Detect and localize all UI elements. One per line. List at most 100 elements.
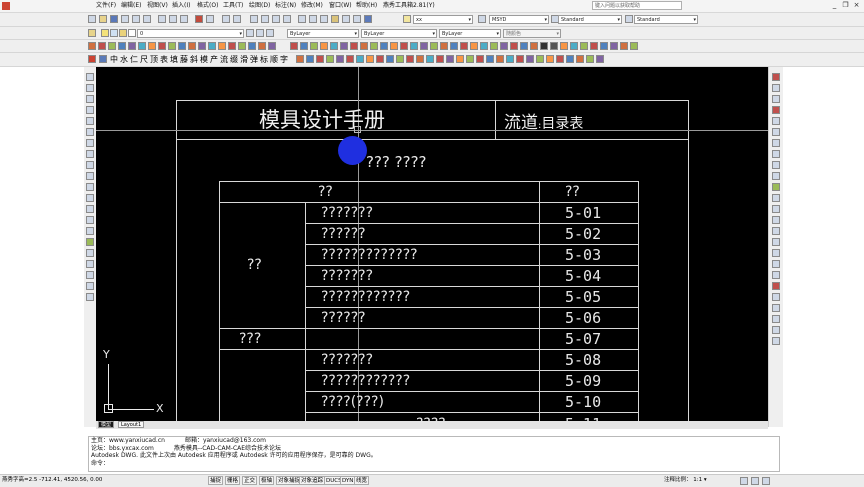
tool-icon[interactable] <box>406 55 414 63</box>
tool-icon[interactable] <box>316 55 324 63</box>
menu-tools[interactable]: 工具(T) <box>223 0 243 12</box>
tool-icon[interactable] <box>336 55 344 63</box>
design-center-icon[interactable] <box>309 15 317 23</box>
tool-icon[interactable] <box>600 42 608 50</box>
tool-icon[interactable] <box>86 293 94 301</box>
tool-icon[interactable] <box>430 42 438 50</box>
tool-icon[interactable] <box>168 42 176 50</box>
region-icon[interactable] <box>86 249 94 257</box>
trim-icon[interactable] <box>772 172 780 180</box>
yanxiu-char-button[interactable]: 表 <box>160 53 168 66</box>
lineweight-toggle[interactable]: 线宽 <box>354 476 370 485</box>
tool-icon[interactable] <box>586 55 594 63</box>
make-current-icon[interactable] <box>246 29 254 37</box>
tool-icon[interactable] <box>88 55 96 63</box>
tool-icon[interactable] <box>536 55 544 63</box>
text-style-select[interactable]: xx <box>413 15 473 24</box>
tool-icon[interactable] <box>530 42 538 50</box>
tool-icon[interactable] <box>496 55 504 63</box>
match-properties-icon[interactable] <box>195 15 203 23</box>
menu-view[interactable]: 视图(V) <box>147 0 168 12</box>
tool-icon[interactable] <box>526 55 534 63</box>
tool-icon[interactable] <box>580 42 588 50</box>
tool-icon[interactable] <box>128 42 136 50</box>
menu-help[interactable]: 帮助(H) <box>356 0 377 12</box>
construction-line-icon[interactable] <box>86 84 94 92</box>
sheet-set-icon[interactable] <box>331 15 339 23</box>
revision-cloud-icon[interactable] <box>86 150 94 158</box>
yanxiu-char-button[interactable]: 仁 <box>130 53 138 66</box>
table-style-select[interactable]: Standard <box>558 15 622 24</box>
help-icon[interactable] <box>364 15 372 23</box>
explode-icon[interactable] <box>772 238 780 246</box>
layer-manager-icon[interactable] <box>88 29 96 37</box>
zoom-realtime-icon[interactable] <box>261 15 269 23</box>
ellipse-icon[interactable] <box>86 172 94 180</box>
yanxiu-char-button[interactable]: 产 <box>210 53 218 66</box>
command-window[interactable]: 主页：www.yanxiucad.cn 邮箱：yanxiucad@163.com … <box>88 436 780 472</box>
yanxiu-char-button[interactable]: 字 <box>280 53 288 66</box>
tool-icon[interactable] <box>330 42 338 50</box>
tool-icon[interactable] <box>188 42 196 50</box>
pan-icon[interactable] <box>250 15 258 23</box>
tool-icon[interactable] <box>228 42 236 50</box>
extend-icon[interactable] <box>772 183 780 191</box>
grid-toggle[interactable]: 栅格 <box>225 476 241 485</box>
cut-icon[interactable] <box>158 15 166 23</box>
tool-icon[interactable] <box>208 42 216 50</box>
multiline-text-icon[interactable] <box>86 271 94 279</box>
tool-icon[interactable] <box>772 249 780 257</box>
mirror-icon[interactable] <box>772 95 780 103</box>
snap-toggle[interactable]: 捕捉 <box>208 476 224 485</box>
chamfer-icon[interactable] <box>772 216 780 224</box>
tool-icon[interactable] <box>108 42 116 50</box>
yanxiu-char-button[interactable]: 顺 <box>270 53 278 66</box>
color-select[interactable]: ByLayer <box>287 29 359 38</box>
mleader-style-select[interactable]: Standard <box>634 15 698 24</box>
tool-icon[interactable] <box>576 55 584 63</box>
tray-icon[interactable] <box>751 477 759 485</box>
tool-icon[interactable] <box>620 42 628 50</box>
tool-icon[interactable] <box>268 42 276 50</box>
help-search-input[interactable]: 键入问题以获取帮助 <box>592 1 682 10</box>
tool-icon[interactable] <box>326 55 334 63</box>
tool-icon[interactable] <box>148 42 156 50</box>
tool-icon[interactable] <box>416 55 424 63</box>
linetype-select[interactable]: ByLayer <box>361 29 437 38</box>
tray-icon[interactable] <box>740 477 748 485</box>
tool-icon[interactable] <box>218 42 226 50</box>
tool-icon[interactable] <box>158 42 166 50</box>
tool-icon[interactable] <box>556 55 564 63</box>
insert-block-icon[interactable] <box>86 194 94 202</box>
tool-icon[interactable] <box>772 282 780 290</box>
menu-format[interactable]: 格式(O) <box>197 0 218 12</box>
tool-icon[interactable] <box>118 42 126 50</box>
arc-icon[interactable] <box>86 128 94 136</box>
tool-icon[interactable] <box>296 55 304 63</box>
tool-icon[interactable] <box>370 42 378 50</box>
table-icon[interactable] <box>86 260 94 268</box>
tool-icon[interactable] <box>258 42 266 50</box>
polyline-icon[interactable] <box>86 95 94 103</box>
tool-icon[interactable] <box>390 42 398 50</box>
plot-style-select[interactable]: 随颜色 <box>503 29 561 38</box>
tool-icon[interactable] <box>590 42 598 50</box>
tool-icon[interactable] <box>772 293 780 301</box>
tool-icon[interactable] <box>366 55 374 63</box>
circle-icon[interactable] <box>86 139 94 147</box>
tool-icon[interactable] <box>310 42 318 50</box>
tool-icon[interactable] <box>346 55 354 63</box>
yanxiu-char-button[interactable]: 水 <box>120 53 128 66</box>
tool-icon[interactable] <box>400 42 408 50</box>
tool-icon[interactable] <box>360 42 368 50</box>
tool-icon[interactable] <box>516 55 524 63</box>
tool-icon[interactable] <box>470 42 478 50</box>
yanxiu-char-button[interactable]: 弹 <box>250 53 258 66</box>
command-prompt[interactable]: 命令： <box>91 460 779 468</box>
menu-window[interactable]: 窗口(W) <box>329 0 352 12</box>
tool-icon[interactable] <box>356 55 364 63</box>
scale-icon[interactable] <box>772 150 780 158</box>
spline-icon[interactable] <box>86 161 94 169</box>
open-file-icon[interactable] <box>99 15 107 23</box>
new-file-icon[interactable] <box>88 15 96 23</box>
